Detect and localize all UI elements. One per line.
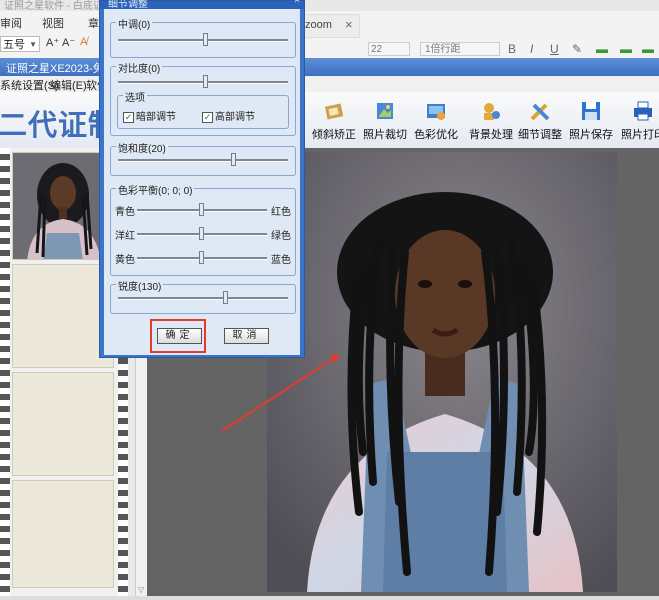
ok-button-highlight [150, 319, 206, 353]
saturation-slider[interactable] [118, 159, 288, 162]
word-title: 证照之星软件 - 白底证照 [4, 1, 113, 11]
sharpness-slider[interactable] [118, 297, 288, 300]
dark-adjust-checkbox[interactable]: ✓ 暗部调节 [123, 108, 176, 123]
contrast-slider-thumb[interactable] [203, 75, 208, 88]
chevron-down-icon[interactable]: ▼ [29, 37, 37, 53]
grow-font-icon[interactable]: A⁺ [46, 36, 59, 49]
background-button[interactable]: 背景处理 [463, 100, 519, 146]
italic-icon[interactable]: I [530, 42, 533, 56]
background-label: 背景处理 [469, 129, 513, 141]
cancel-button[interactable]: 取消 [224, 328, 269, 344]
saturation-slider-thumb[interactable] [231, 153, 236, 166]
midtone-label: 中调(0) [116, 16, 153, 31]
underline-icon[interactable]: U [550, 42, 559, 56]
line-spacing-value: 1倍行距 [425, 44, 461, 55]
clear-format-icon[interactable]: A̸ [80, 36, 87, 48]
blue-label: 蓝色 [271, 255, 291, 266]
yellow-blue-slider-thumb[interactable] [199, 251, 204, 264]
scroll-down-icon[interactable]: ▽ [138, 585, 144, 594]
sharpness-label: 锐度(130) [116, 278, 164, 293]
contrast-group: 对比度(0) 选项 ✓ 暗部调节 ✓ 高部调节 [110, 60, 296, 136]
sharpness-slider-thumb[interactable] [223, 291, 228, 304]
color-balance-label: 色彩平衡(0; 0; 0) [116, 182, 195, 197]
contrast-label: 对比度(0) [116, 60, 163, 75]
save-label: 照片保存 [569, 129, 613, 141]
red-label: 红色 [271, 207, 291, 218]
menu-edit[interactable]: 编辑(E) [50, 77, 87, 93]
menu-review[interactable]: 审阅 [0, 15, 22, 31]
detail-adjust-label: 细节调整 [518, 129, 562, 141]
color-balance-group: 色彩平衡(0; 0; 0) 青色 红色 洋红 绿色 黄色 蓝色 [110, 182, 296, 276]
saturation-group: 饱和度(20) [110, 140, 296, 176]
menu-chapter[interactable]: 章 [88, 15, 99, 31]
dialog-body: 中调(0) 对比度(0) 选项 ✓ 暗部调节 ✓ 高部调节 饱和度(20) 色彩平衡… [104, 9, 300, 355]
dark-adjust-label: 暗部调节 [136, 112, 176, 123]
tilt-correct-label: 倾斜矫正 [312, 129, 356, 141]
close-icon[interactable]: × [294, 0, 300, 6]
sharpness-group: 锐度(130) [110, 278, 296, 314]
print-icon [634, 101, 652, 121]
midtone-slider-thumb[interactable] [203, 33, 208, 46]
crop-button[interactable]: 照片裁切 [357, 100, 413, 146]
crop-label: 照片裁切 [363, 129, 407, 141]
size-select[interactable]: 22 [368, 42, 410, 56]
menu-view[interactable]: 视图 [42, 15, 64, 31]
color-icon[interactable]: ▬ [596, 42, 608, 56]
checkbox-check-icon: ✓ [202, 111, 213, 123]
cyan-label: 青色 [115, 207, 135, 218]
print-button[interactable]: 照片打印 [615, 100, 659, 146]
magenta-green-slider-thumb[interactable] [199, 227, 204, 240]
save-button[interactable]: 照片保存 [563, 100, 619, 146]
thumbnail-empty[interactable] [12, 372, 114, 476]
status-bar [0, 596, 659, 600]
film-holes-left [0, 148, 10, 596]
font-size-value: 五号 [3, 39, 25, 51]
detail-adjust-icon [530, 103, 550, 121]
highlight-icon[interactable]: ✎ [572, 42, 582, 56]
yellow-label: 黄色 [115, 255, 135, 266]
color-optimize-button[interactable]: 色彩优化 [408, 100, 464, 146]
checkbox-check-icon: ✓ [123, 111, 134, 123]
color-optimize-icon [427, 104, 445, 120]
shading-icon[interactable]: ▬ [620, 42, 632, 56]
background-icon [484, 103, 500, 120]
options-group: 选项 ✓ 暗部调节 ✓ 高部调节 [117, 89, 289, 129]
line-spacing-select[interactable]: 1倍行距 [420, 42, 500, 56]
bold-icon[interactable]: B [508, 42, 516, 56]
crop-icon [377, 103, 393, 119]
midtone-group: 中调(0) [110, 16, 296, 58]
tilt-correct-button[interactable]: 倾斜矫正 [306, 100, 362, 146]
magenta-label: 洋红 [115, 231, 135, 242]
font-size-select[interactable]: 五号 ▼ [0, 36, 40, 52]
tilt-correct-icon [324, 103, 344, 120]
detail-adjust-dialog: 细节调整 × 中调(0) 对比度(0) 选项 ✓ 暗部调节 ✓ 高部调节 饱和度(2… [99, 0, 305, 358]
detail-adjust-button[interactable]: 细节调整 [512, 100, 568, 146]
cyan-red-slider-thumb[interactable] [199, 203, 204, 216]
size-value: 22 [371, 44, 383, 55]
shrink-font-icon[interactable]: A⁻ [62, 36, 75, 49]
saturation-label: 饱和度(20) [116, 140, 168, 155]
print-label: 照片打印 [621, 129, 659, 141]
color-optimize-label: 色彩优化 [414, 129, 458, 141]
dialog-title-bar: 细节调整 × [100, 0, 304, 10]
save-icon [582, 102, 600, 120]
options-label: 选项 [123, 89, 147, 104]
thumbnail-empty[interactable] [12, 480, 114, 588]
document-tab-label: zoom [305, 19, 332, 31]
green-label: 绿色 [271, 231, 291, 242]
highlight-adjust-label: 高部调节 [215, 112, 255, 123]
portrait-photo [267, 152, 617, 592]
close-icon[interactable]: × [345, 17, 353, 32]
highlight-adjust-checkbox[interactable]: ✓ 高部调节 [202, 108, 255, 123]
border-icon[interactable]: ▬ [642, 42, 654, 56]
